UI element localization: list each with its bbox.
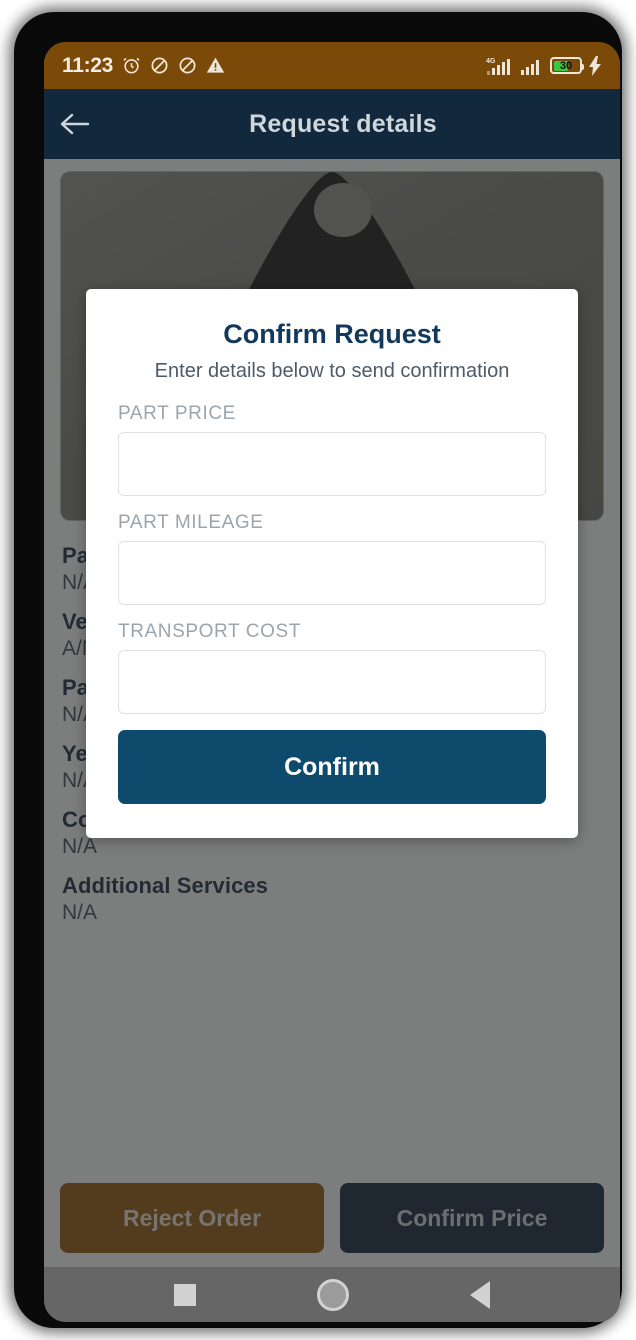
transport-cost-label: TRANSPORT COST [118,621,301,642]
part-mileage-label: PART MILEAGE [118,512,264,533]
phone-screen: 11:23 4G 30 Request details Part N/A A/N… [44,42,620,1322]
action-bar: Reject Order Confirm Price [44,1183,620,1253]
page-title: Request details [249,109,437,138]
reject-order-button[interactable]: Reject Order [60,1183,324,1253]
part-mileage-input[interactable] [118,541,546,605]
part-price-field-group: PART PRICE [118,403,546,496]
status-bar-clock: 11:23 [62,53,114,77]
battery-icon: 30 [550,57,584,74]
part-mileage-field-group: PART MILEAGE [118,512,546,605]
confirm-button[interactable]: Confirm [118,730,546,804]
signal-4g-icon: 4G [486,56,514,76]
transport-cost-input[interactable] [118,650,546,714]
dialog-title: Confirm Request [223,319,441,349]
warning-icon [206,56,225,75]
detail-label: Additional Services [62,873,269,898]
do-not-disturb-icon [178,56,197,75]
signal-icon [520,56,544,76]
square-recents-icon[interactable] [174,1283,197,1306]
alarm-icon [122,56,141,75]
confirm-request-dialog: Confirm Request Enter details below to s… [86,289,578,838]
circle-home-icon[interactable] [316,1278,349,1311]
charging-bolt-icon [588,55,602,76]
status-bar-right: 4G 30 [486,55,602,76]
status-bar-left: 11:23 [62,54,225,78]
confirm-price-button[interactable]: Confirm Price [340,1183,604,1253]
detail-value: N/A [62,901,98,924]
transport-cost-field-group: TRANSPORT COST [118,621,546,714]
part-price-input[interactable] [118,432,546,496]
triangle-back-icon[interactable] [469,1280,490,1309]
mute-icon [150,56,169,75]
detail-item: Additional Services N/A [62,873,602,925]
status-bar: 11:23 4G 30 [44,42,620,89]
phone-frame: 11:23 4G 30 Request details Part N/A A/N… [14,12,622,1328]
part-price-label: PART PRICE [118,403,236,424]
svg-text:4G: 4G [486,58,496,65]
battery-level-label: 30 [559,60,573,72]
detail-value: N/A [62,835,98,858]
android-navigation-bar [44,1267,620,1322]
app-bar: Request details [44,89,620,159]
dialog-subtitle: Enter details below to send confirmation [154,360,510,382]
